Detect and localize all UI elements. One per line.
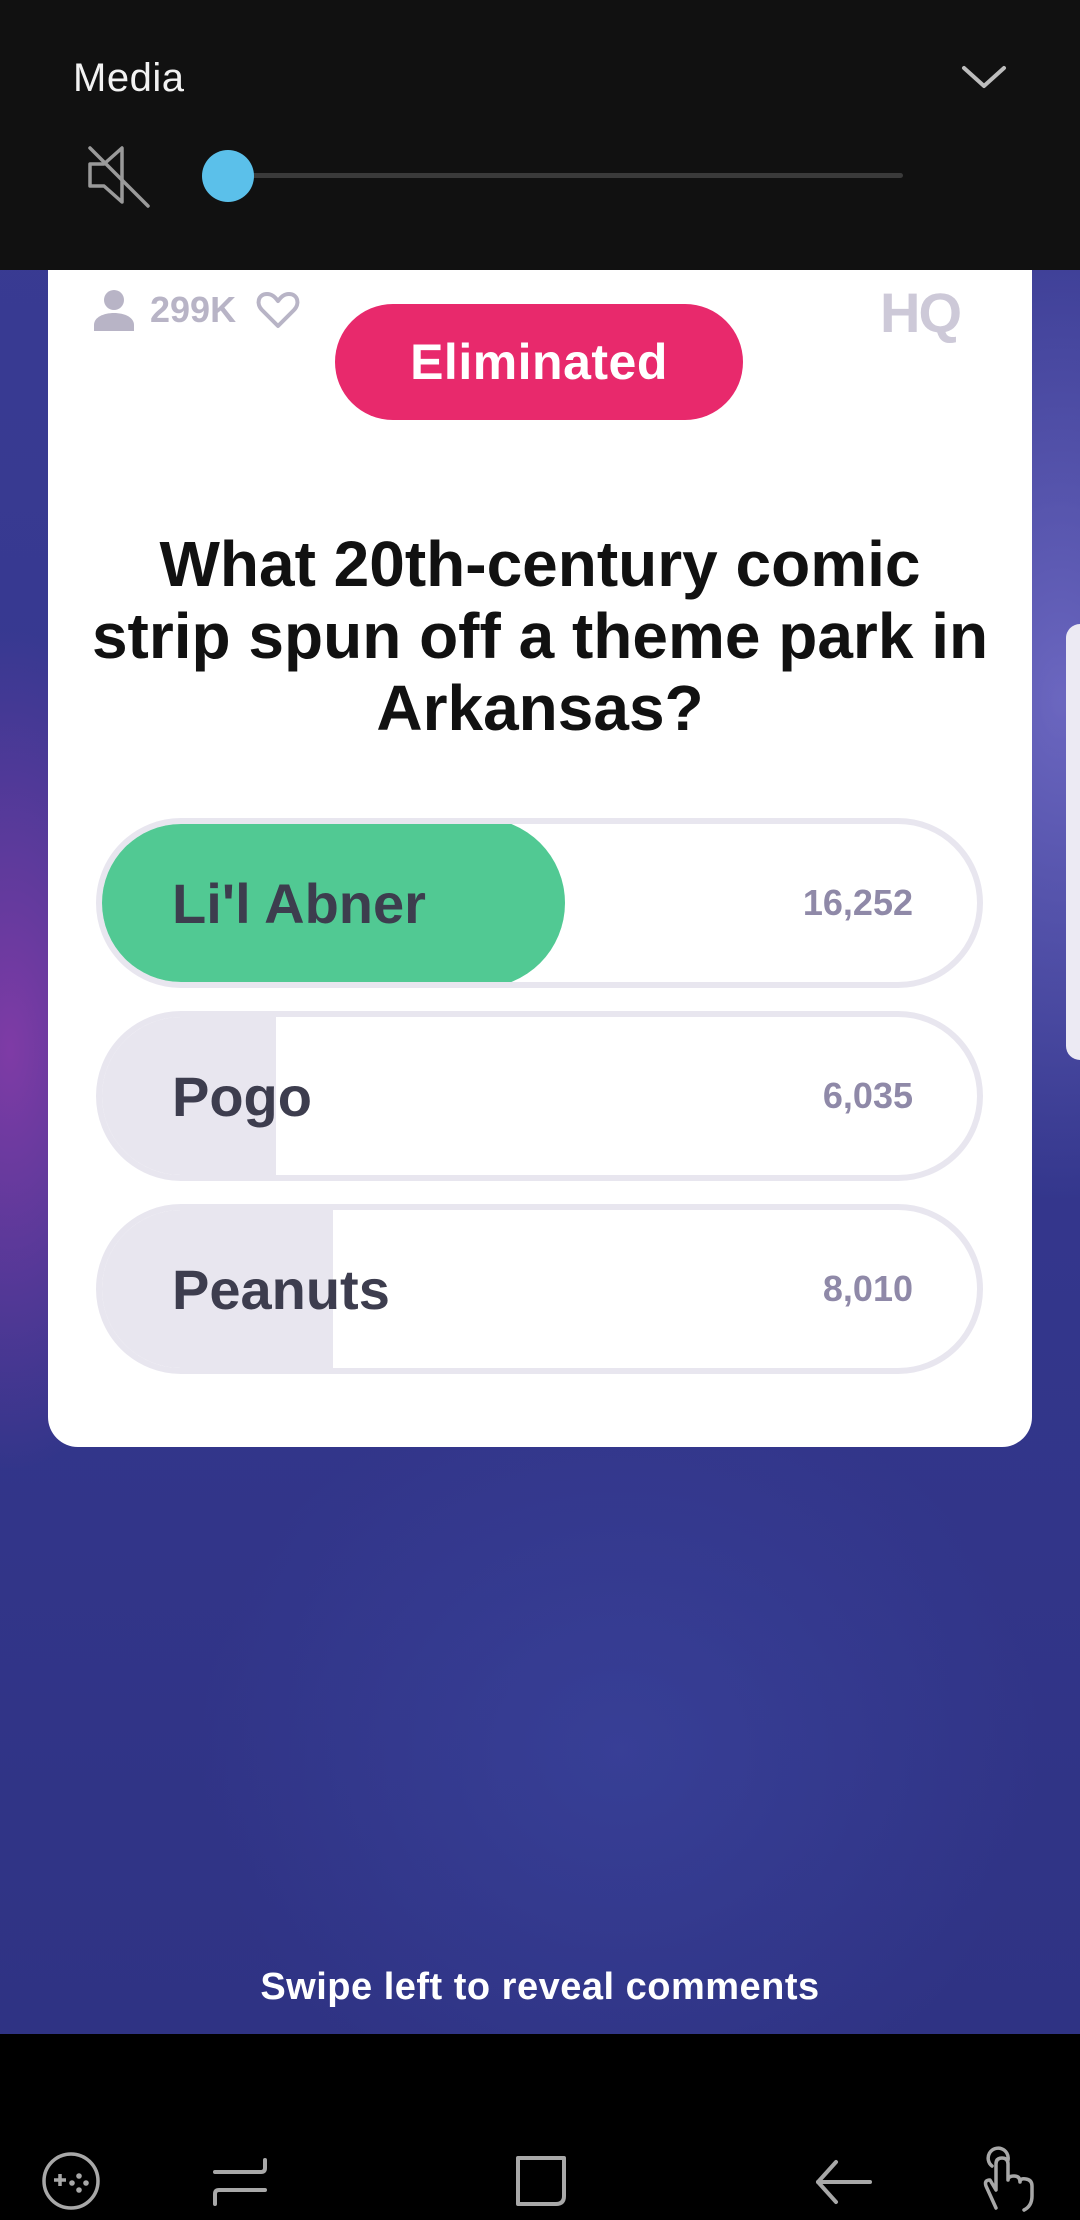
back-icon[interactable] — [808, 2146, 878, 2216]
viewer-count: 299K — [150, 289, 237, 330]
media-volume-panel: Media — [0, 0, 1080, 270]
chevron-down-icon[interactable] — [958, 58, 1010, 94]
edge-panel-handle[interactable] — [1066, 624, 1080, 1060]
hq-logo: HQ — [880, 281, 962, 344]
answer-votes: 16,252 — [802, 882, 913, 923]
navigation-bar — [0, 2034, 1080, 2220]
media-title: Media — [73, 56, 185, 100]
answer-label: Pogo — [172, 1064, 312, 1128]
swipe-hint: Swipe left to reveal comments — [260, 1966, 820, 2008]
gesture-icon[interactable] — [972, 2146, 1042, 2216]
mute-icon[interactable] — [84, 140, 154, 210]
viewer-stats: 299K — [94, 287, 300, 333]
answer-label: Peanuts — [172, 1257, 390, 1321]
home-icon[interactable] — [506, 2146, 576, 2216]
answer-votes: 6,035 — [822, 1075, 913, 1116]
volume-slider-track[interactable] — [228, 173, 903, 178]
question-text: What 20th-century comic strip spun off a… — [91, 528, 989, 744]
game-tools-icon[interactable] — [36, 2146, 106, 2216]
volume-slider-thumb[interactable] — [202, 150, 254, 202]
answer-option-pogo: Pogo 6,035 — [96, 1011, 983, 1181]
answer-option-peanuts: Peanuts 8,010 — [96, 1204, 983, 1374]
heart-icon[interactable] — [256, 290, 300, 330]
answer-votes: 8,010 — [822, 1268, 913, 1309]
eliminated-badge: Eliminated — [335, 304, 743, 420]
user-icon — [94, 290, 134, 331]
answer-label: Li'l Abner — [172, 871, 426, 935]
answer-option-lil-abner: Li'l Abner 16,252 — [96, 818, 983, 988]
recents-icon[interactable] — [205, 2146, 275, 2216]
